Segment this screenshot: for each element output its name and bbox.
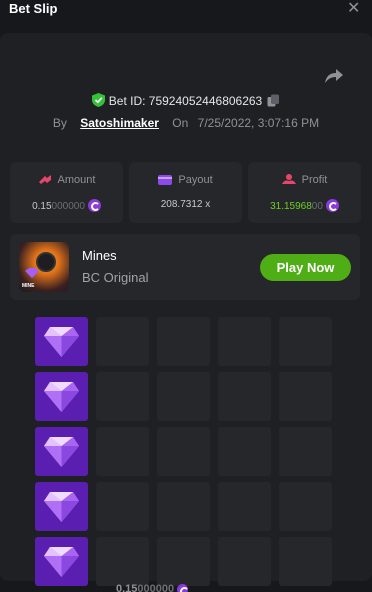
page-title: Bet Slip [9, 1, 58, 16]
diamond-icon [44, 492, 79, 522]
board-tile [157, 427, 210, 476]
diamond-icon [44, 437, 79, 467]
payout-label-row: Payout [129, 174, 242, 186]
mines-board [35, 317, 334, 587]
game-card: MINE Mines BC Original Play Now [10, 234, 360, 300]
board-tile [279, 317, 332, 366]
footer-amount: 0.15000000 [116, 583, 190, 592]
amount-icon [38, 175, 51, 184]
board-tile [157, 372, 210, 421]
profit-value-dim: 00 [311, 201, 323, 212]
coin-icon [87, 199, 101, 212]
play-now-button[interactable]: Play Now [260, 254, 351, 281]
bet-author-row: By Satoshimaker On 7/25/2022, 3:07:16 PM [0, 116, 372, 130]
copy-icon[interactable] [267, 94, 280, 107]
coin-icon [325, 199, 339, 212]
board-tile [157, 537, 210, 586]
header: Bet Slip ✕ [0, 0, 372, 20]
profit-label-row: Profit [248, 174, 361, 186]
profit-value: 31.1596800 [248, 199, 361, 212]
shield-check-icon [91, 93, 105, 107]
board-tile [96, 427, 149, 476]
by-label: By [52, 116, 67, 130]
bet-id: Bet ID: 75924052446806263 [108, 94, 263, 108]
amount-label: Amount [57, 174, 96, 186]
diamond-icon [44, 327, 79, 357]
gem-tile [35, 372, 88, 421]
board-tile [157, 482, 210, 531]
profit-value-main: 31.15968 [270, 201, 312, 212]
bomb-icon [36, 252, 56, 272]
board-tile [279, 537, 332, 586]
board-tile [157, 317, 210, 366]
payout-value: 208.7312 x [160, 199, 211, 210]
amount-value-dim: 000000 [51, 201, 85, 212]
payout-card: Payout 208.7312 x [129, 162, 242, 223]
board-tile [218, 317, 271, 366]
footer-amount-main: 0.15 [116, 583, 138, 592]
board-tile [96, 317, 149, 366]
thumbnail-tag: MINE [22, 283, 35, 289]
gem-tile [35, 537, 88, 586]
game-name: Mines [82, 248, 117, 263]
payout-label: Payout [178, 174, 213, 186]
profit-icon [281, 174, 296, 184]
wallet-icon [158, 175, 173, 185]
amount-value: 0.15000000 [10, 199, 123, 212]
username-link[interactable]: Satoshimaker [80, 116, 159, 130]
bet-datetime: 7/25/2022, 3:07:16 PM [197, 116, 320, 130]
gem-tile [35, 482, 88, 531]
footer-amount-dim: 000000 [137, 583, 175, 592]
coin-icon [177, 584, 190, 592]
board-tile [218, 482, 271, 531]
board-tile [279, 372, 332, 421]
gem-tile [35, 317, 88, 366]
gem-icon [25, 268, 39, 278]
profit-card: Profit 31.1596800 [248, 162, 361, 223]
amount-card: Amount 0.15000000 [10, 162, 123, 223]
diamond-icon [44, 547, 79, 577]
board-tile [218, 537, 271, 586]
diamond-icon [44, 382, 79, 412]
close-icon[interactable]: ✕ [347, 1, 360, 17]
board-tile [279, 482, 332, 531]
bet-id-row: Bet ID: 75924052446806263 [0, 93, 372, 108]
board-tile [96, 372, 149, 421]
board-tile [218, 427, 271, 476]
amount-label-row: Amount [10, 174, 123, 186]
game-subtitle: BC Original [82, 270, 149, 285]
board-tile [96, 537, 149, 586]
gem-tile [35, 427, 88, 476]
game-thumbnail[interactable]: MINE [19, 242, 69, 292]
on-label: On [172, 116, 189, 130]
profit-label: Profit [301, 174, 328, 186]
board-tile [96, 482, 149, 531]
board-tile [279, 427, 332, 476]
board-tile [218, 372, 271, 421]
share-icon[interactable] [324, 67, 344, 85]
amount-value-main: 0.15 [32, 201, 52, 212]
